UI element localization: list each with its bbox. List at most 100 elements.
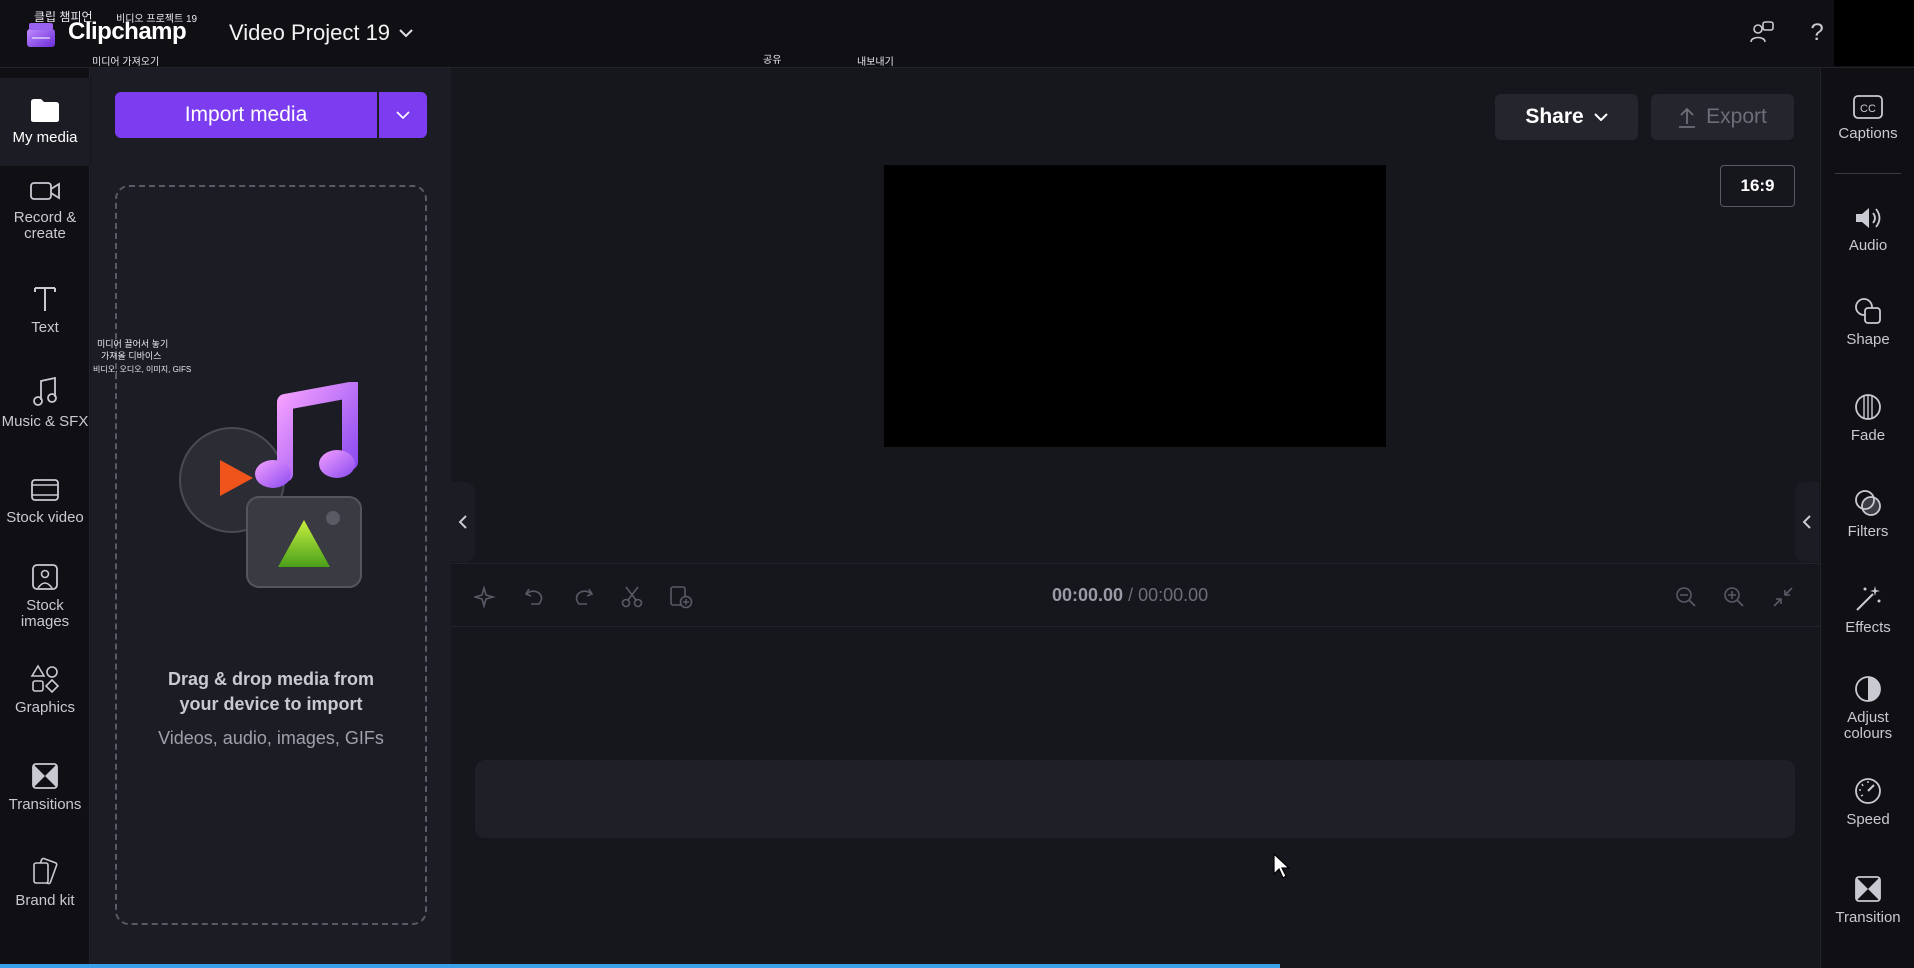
sidebar-item-stock-video[interactable]: Stock video	[0, 476, 90, 526]
share-label: Share	[1525, 105, 1584, 128]
image-icon	[32, 564, 58, 590]
scissors-icon	[621, 586, 643, 608]
folder-icon	[31, 99, 59, 122]
speed-icon	[1855, 778, 1881, 804]
sparkle-icon	[474, 585, 496, 609]
loading-progress-bar	[0, 964, 1280, 968]
rightbar-item-label: Filters	[1847, 523, 1889, 540]
sidebar-item-label: Record & create	[13, 209, 77, 242]
dropzone-title-line1: Drag & drop media from	[167, 669, 375, 689]
clipchamp-logo-icon	[27, 23, 55, 47]
brand-name: Clipchamp	[68, 18, 187, 45]
music-icon	[33, 376, 57, 406]
sidebar-item-label: Transitions	[8, 796, 82, 813]
zoom-in-button[interactable]	[1719, 582, 1749, 612]
chevron-down-icon	[399, 29, 413, 38]
rightbar-item-audio[interactable]: Audio	[1821, 204, 1914, 254]
rightbar-item-label: Shape	[1846, 331, 1890, 348]
rightbar-item-adjust-colours[interactable]: Adjust colours	[1821, 674, 1914, 742]
sidebar-item-music-sfx[interactable]: Music & SFX	[0, 376, 90, 430]
import-ko-label: 미디어 가져오기	[92, 57, 160, 68]
rightbar-item-label: Fade	[1850, 427, 1886, 444]
collapse-left-panel-button[interactable]	[451, 482, 475, 562]
media-panel: Import media 미디어 끌어서 놓기 가져올 디바이스 비디오, 오디…	[91, 68, 451, 968]
zoom-out-button[interactable]	[1671, 582, 1701, 612]
sidebar-item-label: Text	[31, 319, 59, 336]
rightbar-item-label: Effects	[1845, 619, 1891, 636]
right-sidebar: CC Captions Audio Shape Fade Filters Eff…	[1820, 68, 1914, 968]
import-media-button[interactable]: Import media	[115, 92, 377, 138]
redo-button[interactable]	[568, 582, 598, 612]
feedback-icon	[1750, 21, 1774, 43]
chevron-down-icon	[396, 111, 410, 119]
zoom-out-icon	[1676, 587, 1696, 607]
undo-button[interactable]	[520, 582, 550, 612]
filters-icon	[1855, 490, 1881, 516]
sidebar-item-label: Stock images	[20, 597, 70, 630]
upload-icon	[1679, 107, 1696, 128]
dropzone-subtitle: Videos, audio, images, GIFs	[158, 728, 384, 748]
svg-text:CC: CC	[1860, 103, 1876, 115]
clipchamp-editor: 클립 챔피언 비디오 프로젝트 19 Clipchamp 미디어 가져오기 공유…	[0, 0, 1914, 968]
ko-device-label: 가져올 디바이스	[101, 351, 162, 361]
rightbar-item-label: Audio	[1848, 237, 1888, 254]
account-area[interactable]	[1834, 0, 1914, 66]
fit-timeline-button[interactable]	[1768, 582, 1798, 612]
project-title-dropdown[interactable]: Video Project 19	[229, 20, 414, 46]
media-dropzone[interactable]: 미디어 끌어서 놓기 가져올 디바이스 비디오, 오디오, 이미지, GIFS …	[93, 185, 427, 925]
help-icon: ?	[1810, 19, 1824, 46]
chevron-left-icon	[1802, 515, 1811, 529]
sidebar-item-brand-kit[interactable]: Brand kit	[0, 857, 90, 909]
text-icon	[34, 287, 56, 311]
rightbar-item-label: Transition	[1835, 909, 1901, 926]
chevron-down-icon	[1593, 113, 1608, 121]
rightbar-item-captions[interactable]: CC Captions	[1821, 94, 1914, 142]
share-button[interactable]: Share	[1495, 94, 1638, 140]
media-illustration-icon	[179, 382, 362, 588]
add-clip-button[interactable]	[666, 582, 696, 612]
sidebar-item-record-create[interactable]: Record & create	[0, 178, 90, 242]
rightbar-item-shape[interactable]: Shape	[1821, 296, 1914, 348]
aspect-ratio-button[interactable]: 16:9	[1720, 165, 1795, 207]
sidebar-item-label: Brand kit	[15, 892, 75, 909]
add-media-icon	[670, 586, 693, 609]
redo-icon	[575, 588, 594, 605]
rightbar-item-filters[interactable]: Filters	[1821, 488, 1914, 540]
rightbar-item-fade[interactable]: Fade	[1821, 392, 1914, 444]
mouse-cursor-icon	[1273, 852, 1291, 879]
transition-icon	[32, 763, 58, 789]
dropzone-title: Drag & drop media from your device to im…	[117, 667, 425, 717]
total-time: 00:00.00	[1138, 585, 1209, 605]
collapse-right-panel-button[interactable]	[1795, 482, 1819, 562]
sidebar-item-graphics[interactable]: Graphics	[0, 664, 90, 716]
ko-types-label: 비디오, 오디오, 이미지, GIFS	[93, 365, 192, 374]
export-button[interactable]: Export	[1651, 94, 1794, 140]
rightbar-item-transition[interactable]: Transition	[1821, 874, 1914, 926]
import-options-button[interactable]	[379, 92, 427, 138]
help-button[interactable]: ?	[1802, 18, 1832, 48]
time-separator: /	[1123, 585, 1139, 605]
sidebar-item-transitions[interactable]: Transitions	[0, 761, 90, 813]
collapse-arrows-icon	[1773, 587, 1793, 607]
project-title: Video Project 19	[229, 20, 391, 45]
effects-icon	[1856, 586, 1881, 611]
zoom-in-icon	[1724, 587, 1744, 607]
sidebar-item-text[interactable]: Text	[0, 284, 90, 336]
adjust-icon	[1855, 676, 1881, 702]
magic-edit-button[interactable]	[471, 582, 501, 612]
rightbar-item-label: Speed	[1846, 811, 1890, 828]
rightbar-item-speed[interactable]: Speed	[1821, 776, 1914, 828]
top-bar: 클립 챔피언 비디오 프로젝트 19 Clipchamp 미디어 가져오기 공유…	[0, 0, 1914, 68]
camera-icon	[30, 182, 60, 200]
sidebar-item-label: Graphics	[14, 699, 76, 716]
split-button[interactable]	[617, 582, 647, 612]
video-preview	[884, 165, 1386, 447]
timeline-track[interactable]	[475, 760, 1795, 838]
rightbar-item-effects[interactable]: Effects	[1821, 584, 1914, 636]
sidebar-item-stock-images[interactable]: Stock images	[0, 562, 90, 630]
sidebar-item-my-media[interactable]: My media	[0, 78, 90, 166]
sidebar-item-label: Stock video	[6, 509, 84, 526]
export-ko-label: 내보내기	[857, 57, 894, 68]
feedback-button[interactable]	[1747, 18, 1777, 48]
sidebar-item-label: My media	[12, 129, 78, 146]
